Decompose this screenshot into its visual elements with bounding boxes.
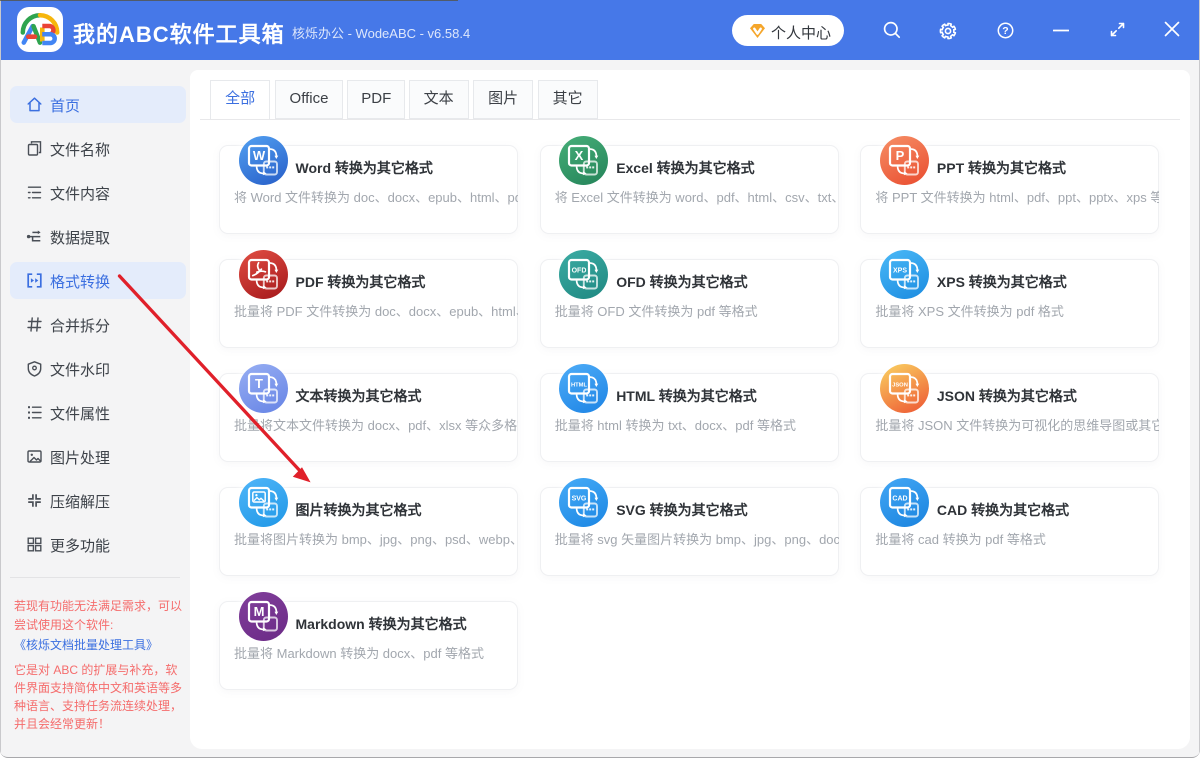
svg-text:P: P	[896, 148, 905, 163]
svg-text:XPS: XPS	[893, 267, 907, 274]
svg-text:X: X	[575, 148, 584, 163]
svg-text:T: T	[255, 376, 263, 391]
svg-text:CAD: CAD	[892, 495, 907, 502]
svg-text:HTML: HTML	[571, 382, 588, 388]
svg-text:JSON: JSON	[892, 382, 908, 388]
svg-text:OFD: OFD	[572, 267, 587, 274]
svg-text:M: M	[253, 604, 264, 619]
svg-text:?: ?	[1002, 25, 1008, 37]
svg-text:W: W	[252, 148, 265, 163]
svg-text:SVG: SVG	[572, 495, 587, 502]
